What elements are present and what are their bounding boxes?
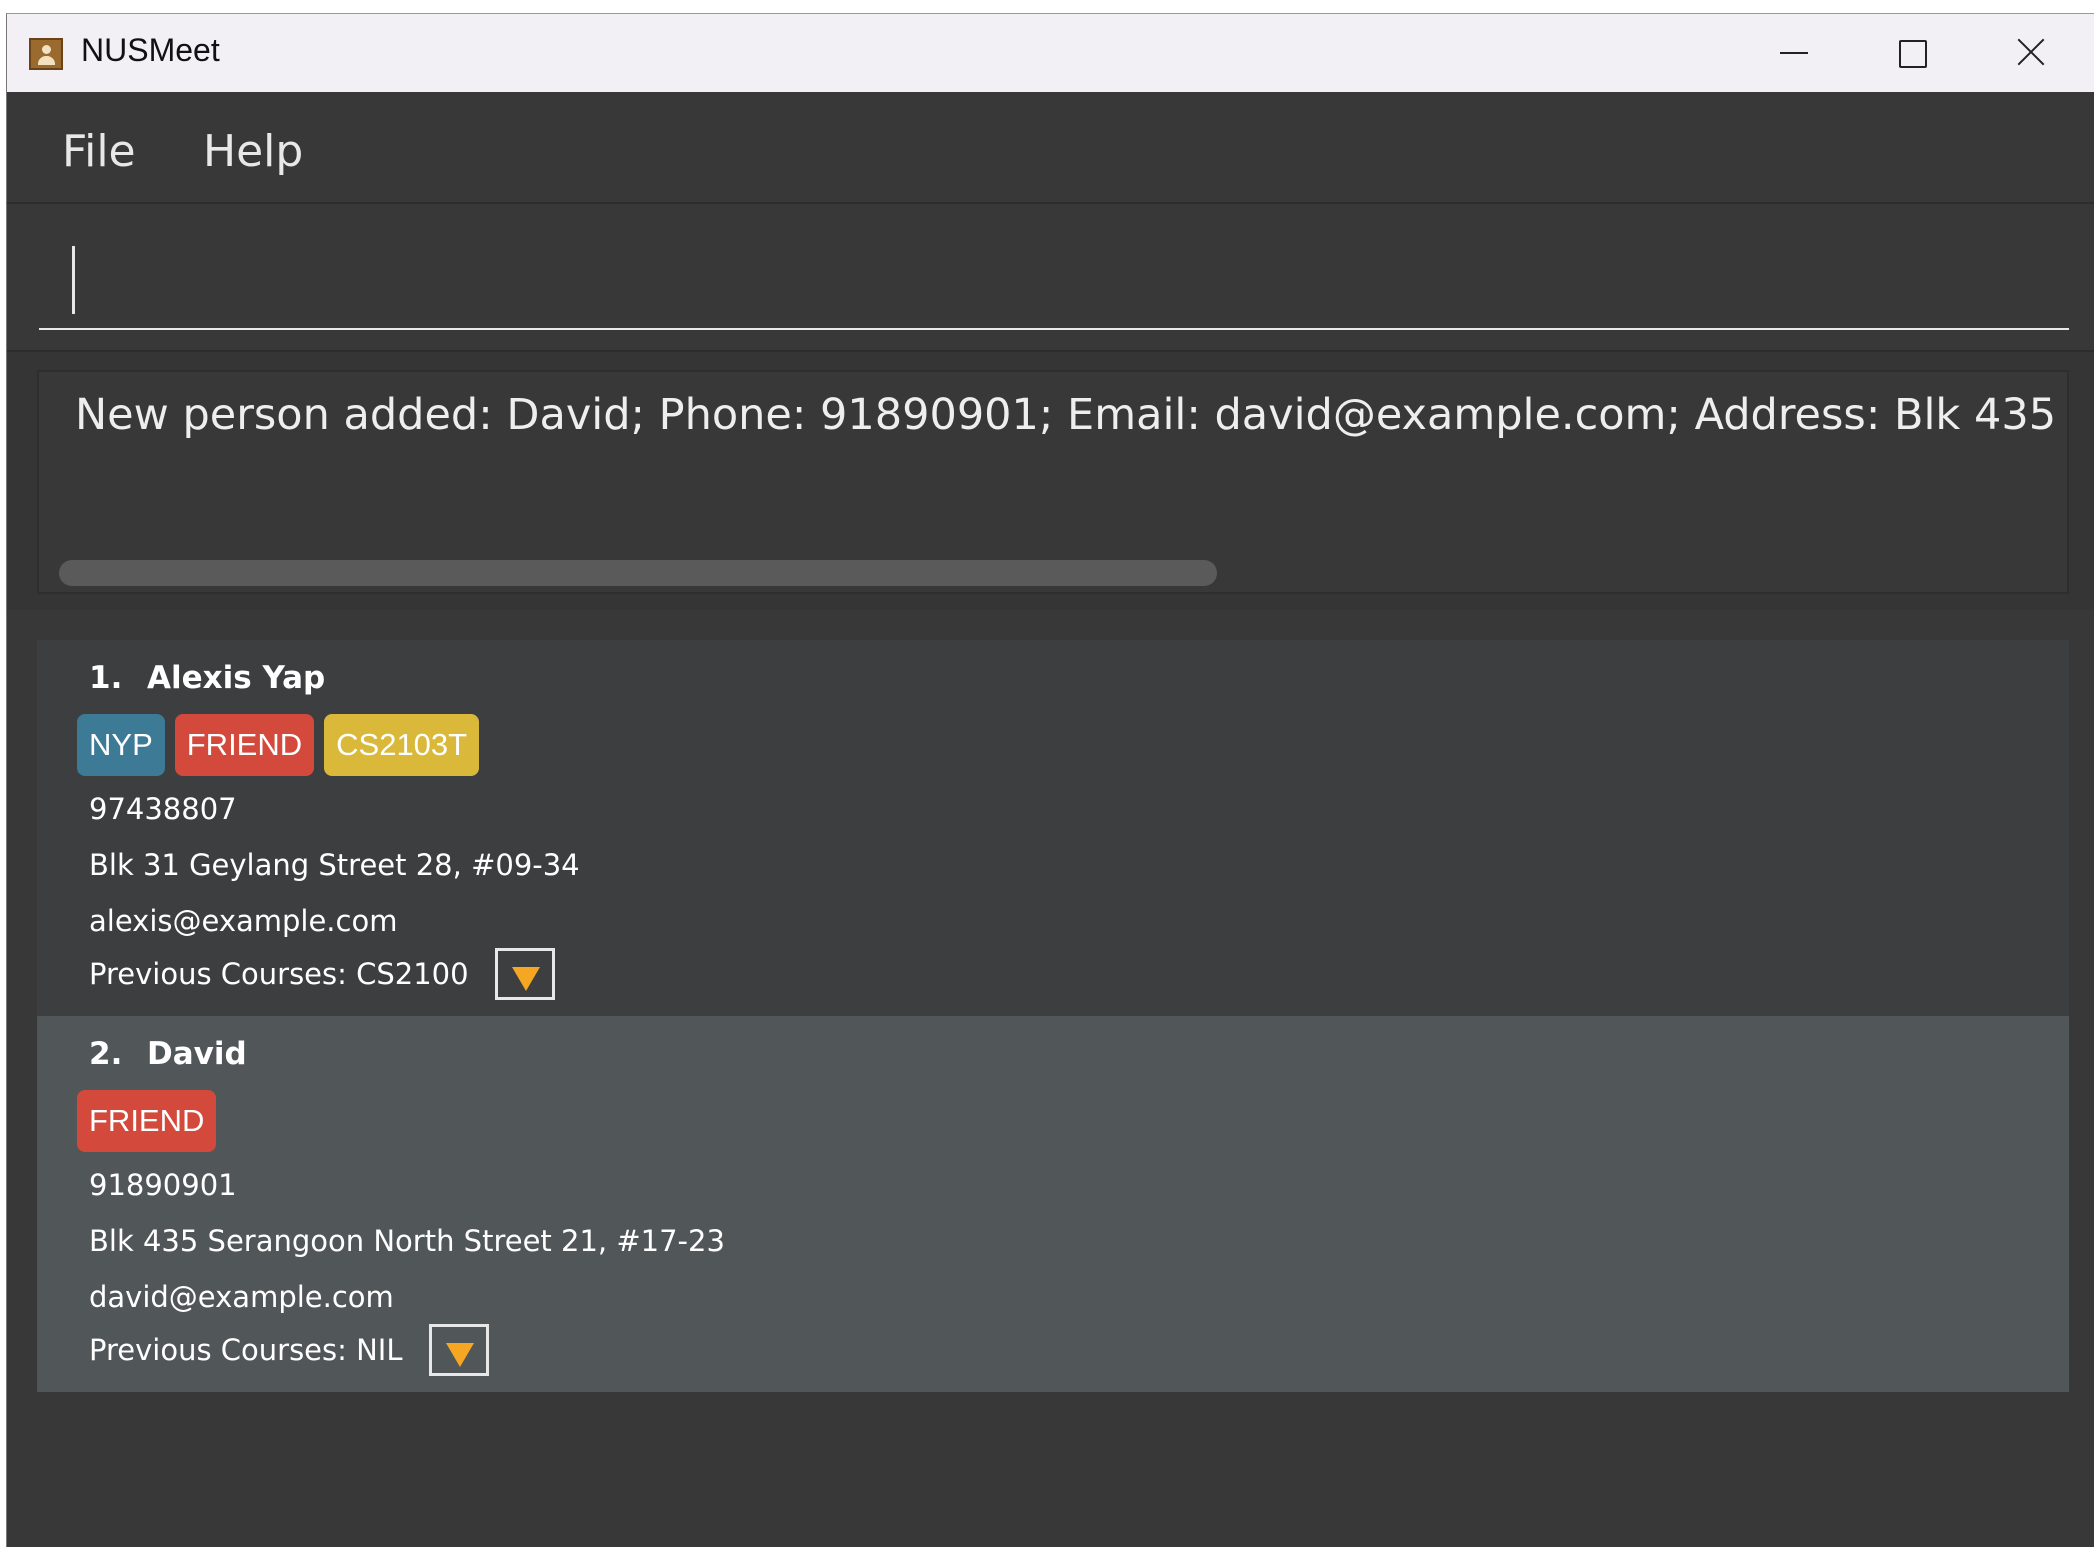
person-address: Blk 31 Geylang Street 28, #09-34 [89,848,580,882]
previous-courses-label: Previous Courses: CS2100 [89,957,469,991]
triangle-down-icon[interactable] [494,948,555,1000]
tag-nyp: NYP [77,714,165,776]
person-email: david@example.com [89,1280,394,1314]
tag-list: FRIEND [77,1090,226,1152]
person-email: alexis@example.com [89,904,398,938]
command-box [39,224,2069,334]
menu-file[interactable]: File [62,126,136,177]
close-icon [2013,34,2049,70]
person-index: 1. [89,660,123,696]
minimize-icon [1780,52,1808,54]
person-address: Blk 435 Serangoon North Street 21, #17-2… [89,1224,725,1258]
tag-friend: FRIEND [77,1090,217,1152]
person-phone: 97438807 [89,792,237,826]
person-phone: 91890901 [89,1168,237,1202]
person-card-selected[interactable]: 2. David FRIEND 91890901 Blk 435 Serangoo… [37,1016,2069,1392]
result-display[interactable]: New person added: David; Phone: 91890901… [37,370,2069,594]
maximize-icon [1899,40,1927,68]
person-list: 1. Alexis Yap NYP FRIEND CS2103T 97438807 B… [7,610,2094,1547]
command-input[interactable] [39,224,2069,330]
window-title: NUSMeet [81,32,220,68]
maximize-button[interactable] [1853,14,1973,92]
person-header: 2. David [89,1036,247,1072]
menu-help[interactable]: Help [203,126,303,177]
previous-courses-row: Previous Courses: NIL [89,1324,489,1376]
result-message: New person added: David; Phone: 91890901… [75,390,2067,440]
person-name: David [147,1036,247,1072]
address-book-icon [29,38,63,70]
text-caret [72,246,75,314]
person-name: Alexis Yap [147,660,326,696]
result-panel: New person added: David; Phone: 91890901… [7,350,2094,612]
tag-list: NYP FRIEND CS2103T [77,714,489,776]
title-bar[interactable]: NUSMeet [7,14,2094,92]
close-button[interactable] [1973,14,2093,92]
app-window: NUSMeet File Help New person added: Davi… [6,13,2094,1547]
previous-courses-label: Previous Courses: NIL [89,1333,403,1367]
triangle-down-icon[interactable] [428,1324,489,1376]
tag-cs2103t: CS2103T [324,714,480,776]
menu-bar: File Help [7,92,2094,204]
person-card[interactable]: 1. Alexis Yap NYP FRIEND CS2103T 97438807 B… [37,640,2069,1016]
previous-courses-row: Previous Courses: CS2100 [89,948,555,1000]
horizontal-scrollbar-thumb[interactable] [59,560,1217,586]
minimize-button[interactable] [1733,14,1853,92]
tag-friend: FRIEND [174,714,315,776]
person-index: 2. [89,1036,123,1072]
person-header: 1. Alexis Yap [89,660,325,696]
